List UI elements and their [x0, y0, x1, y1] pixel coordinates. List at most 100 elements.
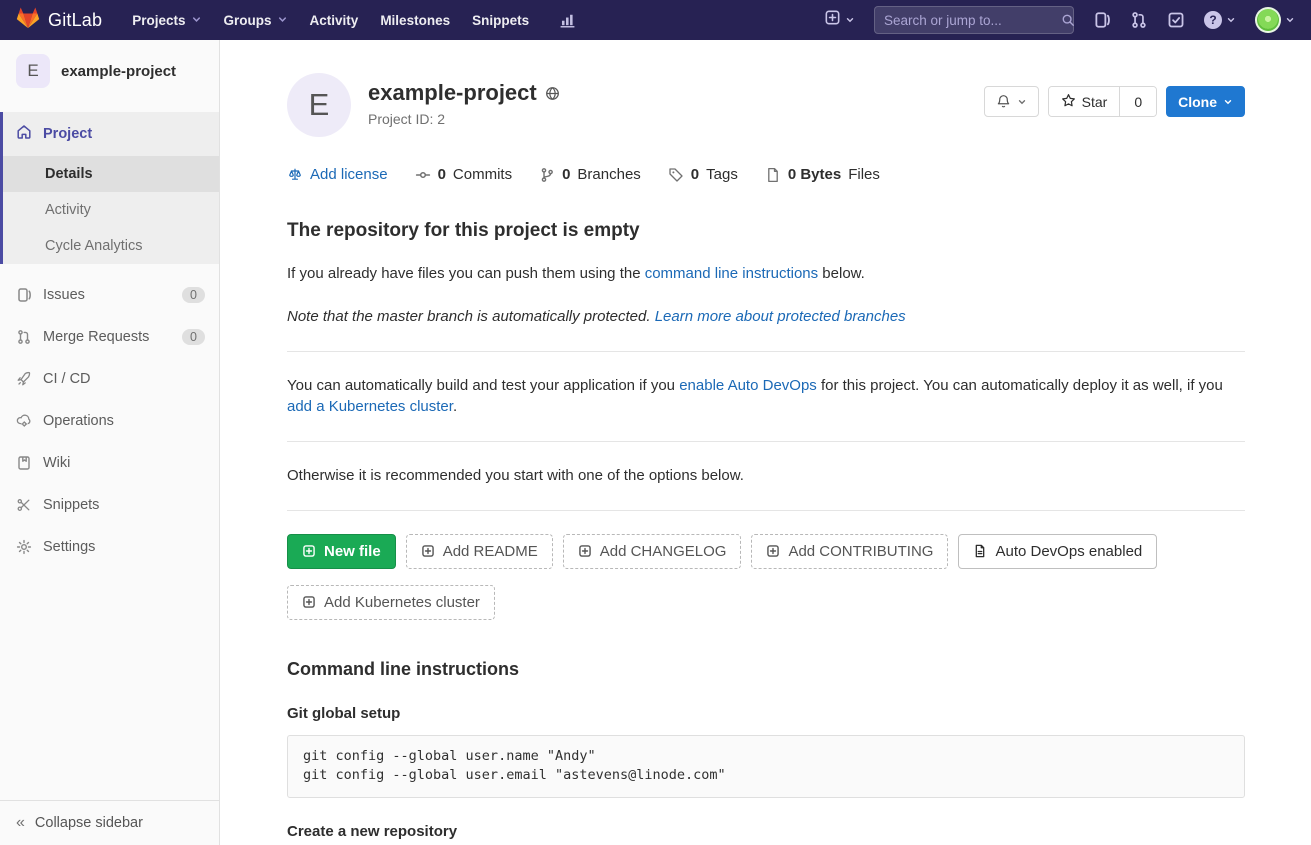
visibility-public-icon: [545, 86, 560, 101]
sidebar-project-header[interactable]: E example-project: [0, 40, 219, 104]
star-button-group: Star 0: [1048, 86, 1157, 117]
auto-devops-enabled-button[interactable]: Auto DevOps enabled: [958, 534, 1157, 569]
book-icon: [16, 455, 32, 471]
nav-snippets[interactable]: Snippets: [472, 13, 529, 28]
header-actions: Star 0 Clone: [984, 73, 1245, 117]
sidebar-item-operations[interactable]: Operations: [0, 400, 219, 442]
cli-heading: Command line instructions: [287, 659, 1245, 680]
tag-icon: [668, 167, 684, 183]
commits-stat[interactable]: 0 Commits: [415, 166, 513, 183]
gitlab-logo[interactable]: GitLab: [16, 6, 102, 34]
protected-branches-link[interactable]: Learn more about protected branches: [655, 308, 906, 325]
add-license-link[interactable]: Add license: [287, 166, 388, 183]
collapse-sidebar-button[interactable]: « Collapse sidebar: [0, 800, 219, 845]
bell-icon: [996, 94, 1011, 109]
notification-dropdown-button[interactable]: [984, 86, 1039, 117]
sidebar-project-name: example-project: [61, 63, 176, 80]
sidebar-item-details[interactable]: Details: [3, 156, 219, 192]
gear-icon: [16, 539, 32, 555]
chevron-down-icon: [1226, 15, 1236, 25]
clone-button[interactable]: Clone: [1166, 86, 1245, 117]
user-menu[interactable]: [1255, 7, 1295, 33]
nav-milestones[interactable]: Milestones: [380, 13, 450, 28]
double-chevron-left-icon: «: [16, 814, 25, 832]
divider: [287, 510, 1245, 511]
top-navbar: GitLab Projects Groups Activity Mileston…: [0, 0, 1311, 40]
operations-icon: [16, 413, 32, 429]
add-changelog-button[interactable]: Add CHANGELOG: [563, 534, 742, 569]
analytics-chart-icon[interactable]: [559, 12, 576, 29]
plus-square-icon: [824, 9, 841, 31]
scale-icon: [287, 167, 303, 183]
project-avatar: E: [287, 73, 351, 137]
merge-requests-count-badge: 0: [182, 329, 205, 345]
git-global-setup-heading: Git global setup: [287, 705, 1245, 722]
nav-groups[interactable]: Groups: [224, 13, 288, 28]
enable-auto-devops-link[interactable]: enable Auto DevOps: [679, 377, 817, 394]
search-input[interactable]: [884, 13, 1061, 28]
add-kubernetes-cluster-link[interactable]: add a Kubernetes cluster: [287, 398, 453, 415]
sidebar-item-project[interactable]: Project: [3, 112, 219, 156]
sidebar-item-activity[interactable]: Activity: [3, 192, 219, 228]
nav-menu: Projects Groups Activity Milestones Snip…: [132, 12, 576, 29]
scissors-icon: [16, 497, 32, 513]
divider: [287, 351, 1245, 352]
project-stats: Add license 0 Commits 0 Branches: [287, 166, 1245, 183]
help-menu[interactable]: ?: [1204, 11, 1236, 29]
file-icon: [973, 544, 987, 558]
sidebar-item-merge-requests[interactable]: Merge Requests 0: [0, 316, 219, 358]
main-content: E example-project Project ID: 2: [220, 40, 1311, 845]
issues-icon[interactable]: [1093, 11, 1111, 29]
commit-icon: [415, 167, 431, 183]
divider: [287, 441, 1245, 442]
merge-requests-icon[interactable]: [1130, 11, 1148, 29]
plus-square-icon: [421, 544, 435, 558]
plus-square-icon: [578, 544, 592, 558]
tags-stat[interactable]: 0 Tags: [668, 166, 738, 183]
nav-projects[interactable]: Projects: [132, 13, 201, 28]
rocket-icon: [16, 371, 32, 387]
add-contributing-button[interactable]: Add CONTRIBUTING: [751, 534, 948, 569]
project-header: E example-project Project ID: 2: [287, 73, 1245, 137]
git-global-setup-code[interactable]: git config --global user.name "Andy" git…: [287, 735, 1245, 798]
gitlab-project-page: GitLab Projects Groups Activity Mileston…: [0, 0, 1311, 845]
new-file-button[interactable]: New file: [287, 534, 396, 569]
plus-square-icon: [766, 544, 780, 558]
project-avatar-small: E: [16, 54, 50, 88]
sidebar-item-settings[interactable]: Settings: [0, 526, 219, 568]
sidebar-item-cycle-analytics[interactable]: Cycle Analytics: [3, 228, 219, 264]
command-line-instructions-link[interactable]: command line instructions: [645, 265, 818, 282]
file-icon: [765, 167, 781, 183]
tanuki-icon: [16, 6, 40, 34]
chevron-down-icon: [1223, 97, 1233, 107]
plus-square-icon: [302, 595, 316, 609]
branches-stat[interactable]: 0 Branches: [539, 166, 641, 183]
add-readme-button[interactable]: Add README: [406, 534, 553, 569]
sidebar-item-ci-cd[interactable]: CI / CD: [0, 358, 219, 400]
todos-icon[interactable]: [1167, 11, 1185, 29]
star-count[interactable]: 0: [1119, 87, 1156, 116]
project-sidebar: E example-project Project Details Activi…: [0, 40, 220, 845]
chevron-down-icon: [191, 13, 202, 28]
chevron-down-icon: [845, 15, 855, 25]
quick-actions-row-1: New file Add README Add CHANGELOG: [287, 534, 1245, 569]
navbar-right: ?: [824, 6, 1295, 34]
empty-repo-heading: The repository for this project is empty: [287, 220, 1245, 242]
project-id: Project ID: 2: [368, 111, 560, 127]
star-button[interactable]: Star: [1049, 87, 1120, 116]
push-instructions-text: If you already have files you can push t…: [287, 263, 1245, 285]
nav-activity[interactable]: Activity: [310, 13, 359, 28]
chevron-down-icon: [1017, 97, 1027, 107]
new-menu-button[interactable]: [824, 9, 855, 31]
home-icon: [16, 124, 32, 144]
sidebar-item-wiki[interactable]: Wiki: [0, 442, 219, 484]
avatar: [1255, 7, 1281, 33]
issues-icon: [16, 287, 32, 303]
sidebar-item-snippets[interactable]: Snippets: [0, 484, 219, 526]
logo-wordmark: GitLab: [48, 10, 102, 31]
plus-square-icon: [302, 544, 316, 558]
sidebar-item-issues[interactable]: Issues 0: [0, 274, 219, 316]
add-kubernetes-cluster-button[interactable]: Add Kubernetes cluster: [287, 585, 495, 620]
search-icon: [1061, 13, 1075, 27]
files-stat[interactable]: 0 Bytes Files: [765, 166, 880, 183]
